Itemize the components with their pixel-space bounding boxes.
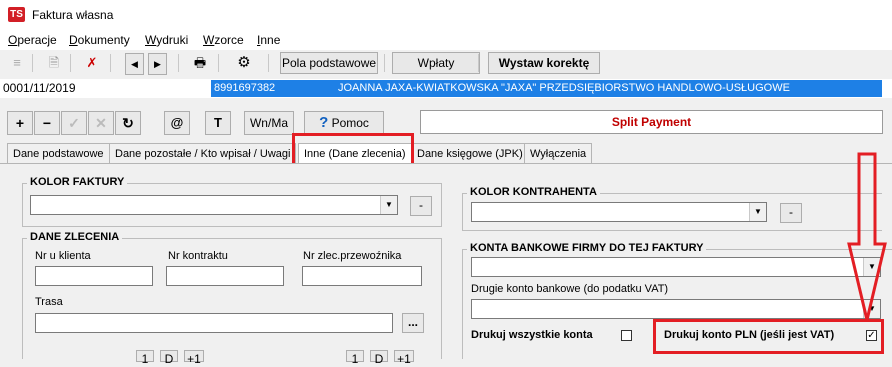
nr-u-klienta-label: Nr u klienta — [35, 250, 91, 262]
refresh-button[interactable]: ↻ — [115, 111, 141, 135]
drukuj-wszystkie-checkbox[interactable] — [621, 330, 632, 341]
tab-dane-ksiegowe[interactable]: Dane księgowe (JPK) — [411, 143, 529, 163]
drugie-konto-select[interactable]: ▼ — [471, 299, 881, 319]
cancel-button[interactable]: ✕ — [88, 111, 114, 135]
wn-ma-button[interactable]: Wn/Ma — [244, 111, 294, 135]
kolor-faktury-select[interactable]: ▼ — [30, 195, 398, 215]
drukuj-pln-highlight — [653, 319, 884, 354]
list-icon[interactable]: ≡ — [7, 53, 27, 73]
date2-d-button[interactable]: D — [370, 350, 388, 366]
arrow-down-icon — [847, 152, 887, 321]
menu-bar: Operacje Dokumenty Wydruki Wzorce Inne — [0, 30, 892, 50]
contractor-bar[interactable]: 8991697382 JOANNA JAXA-KWIATKOWSKA "JAXA… — [211, 80, 882, 97]
date-plus1-button[interactable]: +1 — [184, 350, 204, 366]
kolor-kontrahenta-button[interactable]: - — [780, 203, 802, 223]
app-icon: TS — [8, 7, 25, 22]
next-record-button[interactable]: ▶ — [148, 53, 167, 75]
tab-wylaczenia[interactable]: Wyłączenia — [524, 143, 593, 163]
prev-record-button[interactable]: ◀ — [125, 53, 144, 75]
kolor-kontrahenta-label: KOLOR KONTRAHENTA — [467, 186, 600, 198]
delete-document-icon[interactable]: ✗ — [82, 53, 102, 73]
trasa-input[interactable] — [35, 313, 393, 333]
help-button[interactable]: ? Pomoc — [304, 111, 384, 135]
date-1-button[interactable]: 1 — [136, 350, 154, 366]
help-icon: ? — [319, 114, 329, 131]
add-button[interactable]: + — [7, 111, 33, 135]
trasa-label: Trasa — [35, 296, 63, 308]
kolor-kontrahenta-select[interactable]: ▼ — [471, 202, 767, 222]
contractor-nip: 8991697382 — [214, 82, 276, 94]
date-d-button[interactable]: D — [160, 350, 178, 366]
remove-button[interactable]: − — [34, 111, 60, 135]
pola-podstawowe-button[interactable]: Pola podstawowe — [280, 52, 378, 74]
contractor-name: JOANNA JAXA-KWIATKOWSKA "JAXA" PRZEDSIĘB… — [338, 82, 790, 94]
date2-1-button[interactable]: 1 — [346, 350, 364, 366]
split-payment-label: Split Payment — [420, 110, 883, 134]
menu-dokumenty[interactable]: Dokumenty — [69, 33, 130, 47]
nr-u-klienta-input[interactable] — [35, 266, 153, 286]
toolbar: ≡ 🗎 ✗ ◀ ▶ 🖶 ⚙ Pola podstawowe Wpłaty Wys… — [0, 50, 892, 78]
nr-zlec-przewoznika-input[interactable] — [302, 266, 422, 286]
confirm-button[interactable]: ✓ — [61, 111, 87, 135]
wystaw-korekte-button[interactable]: Wystaw korektę — [488, 52, 600, 74]
tab-dane-pozostale[interactable]: Dane pozostałe / Kto wpisał / Uwagi — [109, 143, 297, 163]
title-bar: TS Faktura własna — [0, 0, 892, 31]
nr-kontraktu-input[interactable] — [166, 266, 284, 286]
menu-wydruki[interactable]: Wydruki — [145, 33, 188, 47]
chevron-down-icon: ▼ — [749, 203, 766, 221]
tab-dane-podstawowe[interactable]: Dane podstawowe — [7, 143, 110, 163]
menu-inne[interactable]: Inne — [257, 33, 280, 47]
drugie-konto-label: Drugie konto bankowe (do podatku VAT) — [471, 283, 669, 295]
document-warning-icon[interactable]: 🗎 — [44, 53, 64, 73]
text-button[interactable]: T — [205, 111, 231, 135]
chevron-down-icon: ▼ — [380, 196, 397, 214]
kolor-faktury-button[interactable]: - — [410, 196, 432, 216]
wplaty-button[interactable]: Wpłaty — [392, 52, 480, 74]
konto-bankowe-select[interactable]: ▼ — [471, 257, 881, 277]
konta-bankowe-label: KONTA BANKOWE FIRMY DO TEJ FAKTURY — [467, 242, 707, 254]
drukuj-wszystkie-label: Drukuj wszystkie konta — [471, 329, 593, 341]
window-title: Faktura własna — [32, 8, 114, 22]
email-button[interactable]: @ — [164, 111, 190, 135]
menu-operacje[interactable]: Operacje — [8, 33, 57, 47]
printer-icon[interactable]: 🖶 — [190, 53, 210, 73]
nr-kontraktu-label: Nr kontraktu — [168, 250, 228, 262]
kolor-faktury-label: KOLOR FAKTURY — [27, 176, 128, 188]
nr-zlec-przewoznika-label: Nr zlec.przewoźnika — [303, 250, 402, 262]
invoice-number: 0001/11/2019 — [3, 81, 76, 95]
help-button-label: Pomoc — [331, 116, 369, 130]
menu-wzorce[interactable]: Wzorce — [203, 33, 244, 47]
settings-icon[interactable]: ⚙ — [234, 53, 254, 73]
dane-zlecenia-label: DANE ZLECENIA — [27, 231, 123, 243]
trasa-more-button[interactable]: ... — [402, 313, 424, 333]
date2-plus1-button[interactable]: +1 — [394, 350, 414, 366]
